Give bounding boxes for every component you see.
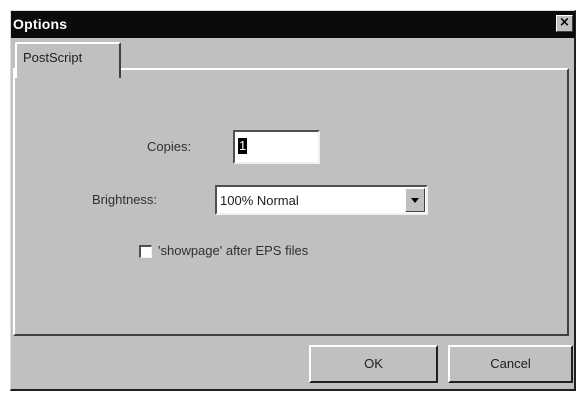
brightness-label: Brightness: xyxy=(92,192,158,207)
brightness-select[interactable]: 100% Normal xyxy=(215,185,428,215)
copies-label: Copies: xyxy=(147,139,192,154)
copies-value: 1 xyxy=(238,138,248,154)
cancel-button[interactable]: Cancel xyxy=(448,345,573,383)
close-icon[interactable]: × xyxy=(556,15,573,32)
showpage-label[interactable]: 'showpage' after EPS files xyxy=(158,243,308,258)
tab-postscript-label: PostScript xyxy=(23,50,83,65)
copies-field[interactable]: 1 xyxy=(233,130,320,164)
showpage-checkbox[interactable] xyxy=(139,245,152,258)
ok-button[interactable]: OK xyxy=(309,345,438,383)
brightness-selected-value: 100% Normal xyxy=(220,193,299,208)
chevron-down-icon[interactable] xyxy=(405,188,425,212)
tab-postscript[interactable]: PostScript xyxy=(15,42,121,78)
title-bar[interactable]: Options × xyxy=(11,11,575,38)
dialog-title: Options xyxy=(13,16,68,32)
